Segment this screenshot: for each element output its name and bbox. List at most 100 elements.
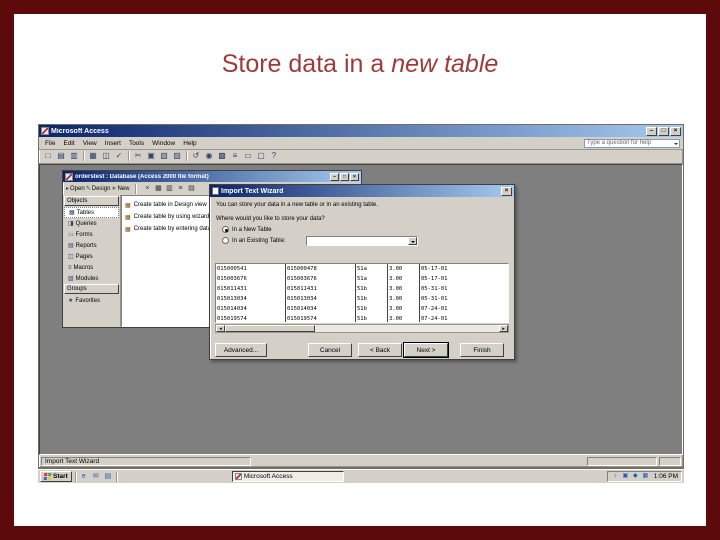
start-button[interactable]: Start: [40, 471, 72, 482]
tray-icons: ♪ ▣ ◆ ▦: [611, 472, 650, 481]
start-label: Start: [53, 473, 68, 480]
help-question-box[interactable]: Type a question for help: [584, 138, 680, 148]
finish-button[interactable]: Finish: [460, 343, 504, 357]
radio-existing-table[interactable]: In an Existing Table:: [222, 236, 418, 246]
open-icon: ▸: [66, 186, 70, 192]
task-button-microsoft-access[interactable]: Microsoft Access: [231, 471, 344, 482]
access-window-controls: – □ ×: [646, 126, 681, 136]
menu-window[interactable]: Window: [148, 140, 179, 147]
menu-file[interactable]: File: [41, 140, 59, 147]
scroll-right-button[interactable]: ▸: [499, 325, 508, 332]
radio-new-table[interactable]: In a New Table: [222, 226, 272, 233]
print-icon[interactable]: ▦: [87, 150, 99, 162]
wizard-close-button[interactable]: ×: [501, 186, 512, 196]
minimize-button[interactable]: –: [646, 126, 657, 136]
db-minimize-button[interactable]: –: [330, 172, 339, 181]
screenshot: Microsoft Access – □ × File Edit View Insert T…: [38, 124, 684, 483]
next-button[interactable]: Next >: [403, 342, 449, 358]
code-icon[interactable]: ≡: [229, 150, 241, 162]
large-icons-icon[interactable]: ▦: [153, 184, 163, 194]
tables-icon: ▦: [69, 210, 75, 216]
new-button[interactable]: ∗ New: [111, 185, 129, 193]
show-desktop-icon[interactable]: ▤: [103, 472, 113, 482]
grid-cell: 015003676: [216, 274, 286, 284]
volume-icon[interactable]: ♪: [611, 472, 620, 481]
properties-icon[interactable]: ▭: [242, 150, 254, 162]
grid-cell: 51a: [356, 274, 388, 284]
group-item-favorites[interactable]: ★ Favorites: [64, 295, 119, 306]
object-item-macros[interactable]: ≡ Macros: [64, 262, 119, 273]
radio-new-table-label: In a New Table: [232, 226, 272, 233]
object-item-tables[interactable]: ▦ Tables: [64, 207, 119, 218]
restore-button[interactable]: □: [658, 126, 669, 136]
scrollbar-track[interactable]: [225, 325, 499, 332]
db-restore-button[interactable]: □: [340, 172, 349, 181]
advanced-button[interactable]: Advanced...: [215, 343, 267, 357]
hyperlink-icon[interactable]: ◉: [203, 150, 215, 162]
new-object-icon[interactable]: ▢: [255, 150, 267, 162]
analyze-icon[interactable]: ▩: [216, 150, 228, 162]
undo-icon[interactable]: ↺: [190, 150, 202, 162]
preview-grid[interactable]: 015000541 015000478 51a 3.00 05-17-01 0150036…: [215, 263, 509, 323]
network-icon[interactable]: ▦: [641, 472, 650, 481]
existing-table-combobox[interactable]: [306, 236, 418, 246]
grid-cell: 51b: [356, 304, 388, 314]
object-label: Modules: [75, 275, 99, 282]
radio-button-new-table[interactable]: [222, 226, 229, 233]
database-titlebar[interactable]: orderstest : Database (Access 2000 file …: [63, 171, 361, 182]
internet-explorer-icon[interactable]: e: [79, 472, 89, 482]
access-titlebar[interactable]: Microsoft Access – □ ×: [39, 125, 683, 137]
spelling-icon[interactable]: ✓: [113, 150, 125, 162]
cut-icon[interactable]: ✂: [132, 150, 144, 162]
open-icon[interactable]: ▤: [55, 150, 67, 162]
design-button[interactable]: ✎ Design: [86, 185, 111, 193]
forms-icon: ▭: [68, 232, 74, 238]
grid-cell: 3.00: [388, 294, 420, 304]
scroll-left-button[interactable]: ◂: [216, 325, 225, 332]
back-button[interactable]: < Back: [358, 343, 402, 357]
help-icon[interactable]: ?: [268, 150, 280, 162]
object-item-forms[interactable]: ▭ Forms: [64, 229, 119, 240]
display-icon[interactable]: ▣: [621, 472, 630, 481]
horizontal-scrollbar[interactable]: ◂ ▸: [215, 324, 509, 333]
menu-edit[interactable]: Edit: [59, 140, 78, 147]
radio-button-existing-table[interactable]: [222, 237, 229, 244]
copy-icon[interactable]: ▣: [145, 150, 157, 162]
objects-header[interactable]: Objects: [64, 196, 119, 206]
object-item-queries[interactable]: ◨ Queries: [64, 218, 119, 229]
grid-cell: 05-17-01: [421, 266, 448, 272]
cancel-button[interactable]: Cancel: [308, 343, 352, 357]
menu-view[interactable]: View: [79, 140, 101, 147]
small-icons-icon[interactable]: ▥: [164, 184, 174, 194]
save-icon[interactable]: ▥: [68, 150, 80, 162]
print-preview-icon[interactable]: ◫: [100, 150, 112, 162]
open-button[interactable]: ▸ Open: [66, 185, 85, 193]
chevron-down-icon: [408, 237, 417, 245]
db-close-button[interactable]: ×: [350, 172, 359, 181]
groups-header[interactable]: Groups: [64, 284, 119, 294]
list-view-icon[interactable]: ≡: [175, 184, 185, 194]
format-painter-icon[interactable]: ▨: [171, 150, 183, 162]
delete-icon[interactable]: ×: [142, 184, 152, 194]
open-label: Open: [70, 185, 85, 192]
menu-insert[interactable]: Insert: [101, 140, 125, 147]
group-list: ★ Favorites: [64, 295, 119, 306]
antivirus-icon[interactable]: ◆: [631, 472, 640, 481]
import-text-wizard-dialog: Import Text Wizard × You can store your …: [209, 184, 515, 360]
new-icon[interactable]: □: [42, 150, 54, 162]
access-app-icon: [41, 127, 49, 135]
object-item-reports[interactable]: ▤ Reports: [64, 240, 119, 251]
menu-help[interactable]: Help: [179, 140, 200, 147]
grid-cell: 015013034: [286, 294, 356, 304]
paste-icon[interactable]: ▧: [158, 150, 170, 162]
menu-tools[interactable]: Tools: [125, 140, 148, 147]
scrollbar-thumb[interactable]: [225, 325, 315, 332]
item-label: Create table by entering data: [133, 226, 212, 232]
outlook-icon[interactable]: ✉: [91, 472, 101, 482]
close-button[interactable]: ×: [670, 126, 681, 136]
details-view-icon[interactable]: ▤: [186, 184, 196, 194]
wizard-titlebar[interactable]: Import Text Wizard ×: [210, 185, 514, 197]
wizard-question-text: Where would you like to store your data?: [216, 216, 325, 222]
object-item-pages[interactable]: ◫ Pages: [64, 251, 119, 262]
object-item-modules[interactable]: ▧ Modules: [64, 273, 119, 284]
